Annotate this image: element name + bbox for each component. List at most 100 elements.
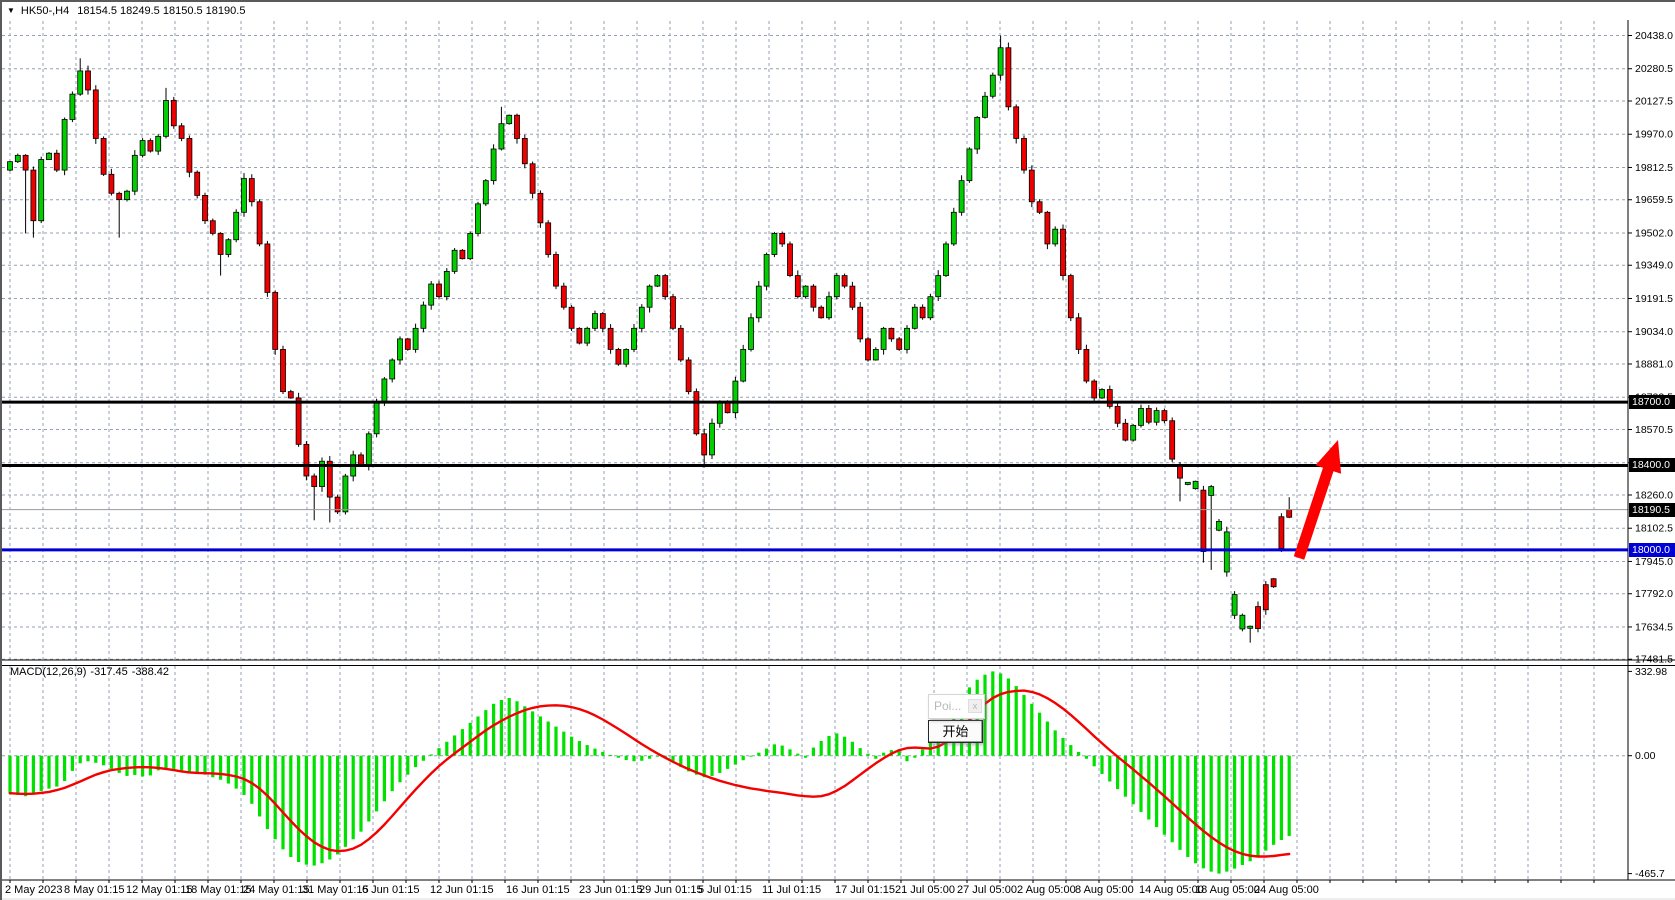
macd-histogram-bar bbox=[843, 737, 846, 756]
candle-body bbox=[1256, 607, 1261, 629]
candle-body bbox=[125, 191, 130, 199]
candle-body bbox=[686, 360, 691, 392]
macd-histogram-bar bbox=[820, 741, 823, 756]
macd-histogram-bar bbox=[149, 756, 152, 776]
candle-body bbox=[70, 94, 75, 119]
macd-histogram-bar bbox=[859, 748, 862, 756]
candle-body bbox=[1193, 481, 1198, 488]
popup-titlebar[interactable]: Poi... x bbox=[928, 694, 985, 719]
candle-body bbox=[936, 276, 941, 297]
candle-body bbox=[491, 149, 496, 181]
macd-histogram-bar bbox=[1256, 756, 1259, 857]
candle-body bbox=[647, 286, 652, 307]
candle-body bbox=[1248, 626, 1253, 628]
macd-histogram-bar bbox=[734, 756, 737, 765]
macd-histogram-bar bbox=[118, 756, 121, 773]
macd-histogram-bar bbox=[274, 756, 277, 840]
candle-body bbox=[561, 286, 566, 307]
candle-body bbox=[62, 119, 67, 170]
candle-body bbox=[460, 250, 465, 258]
candle-body bbox=[429, 284, 434, 305]
candle-body bbox=[1076, 318, 1081, 350]
candle-body bbox=[304, 444, 309, 476]
time-tick-label: 8 Aug 05:00 bbox=[1075, 884, 1134, 896]
macd-histogram-bar bbox=[1139, 756, 1142, 812]
macd-histogram-bar bbox=[391, 756, 394, 791]
candle-body bbox=[632, 328, 637, 349]
macd-histogram-bar bbox=[125, 756, 128, 776]
popup-close-icon[interactable]: x bbox=[968, 699, 982, 713]
macd-histogram-bar bbox=[640, 756, 643, 761]
candle-body bbox=[780, 233, 785, 244]
macd-name: MACD(12,26,9) bbox=[10, 666, 86, 678]
candle-body bbox=[359, 455, 364, 466]
macd-histogram-bar bbox=[1108, 756, 1111, 782]
candle-body bbox=[616, 349, 621, 364]
candle-body bbox=[881, 328, 886, 349]
hline-price-box-18400[interactable]: 18400.0 bbox=[1629, 458, 1675, 472]
macd-histogram-bar bbox=[508, 698, 511, 756]
candle-body bbox=[273, 292, 278, 349]
price-tick-label: 17792.0 bbox=[1635, 588, 1673, 600]
candle-body bbox=[1170, 421, 1175, 459]
macd-histogram-bar bbox=[742, 756, 745, 761]
macd-histogram-bar bbox=[102, 756, 105, 766]
candle-body bbox=[382, 379, 387, 402]
macd-histogram-bar bbox=[718, 756, 721, 773]
macd-histogram-bar bbox=[827, 736, 830, 756]
hline-price-box-18700[interactable]: 18700.0 bbox=[1629, 395, 1675, 409]
time-tick-label: 27 Jul 05:00 bbox=[957, 884, 1017, 896]
symbol-dropdown-icon[interactable]: ▼ bbox=[7, 6, 15, 15]
candle-body bbox=[983, 96, 988, 117]
candle-body bbox=[975, 117, 980, 149]
price-tick-label: 19034.0 bbox=[1635, 326, 1673, 338]
time-tick-label: 16 Jun 01:15 bbox=[506, 884, 570, 896]
candle-body bbox=[413, 328, 418, 349]
macd-histogram-bar bbox=[562, 732, 565, 756]
trend-arrow[interactable] bbox=[1294, 440, 1341, 560]
macd-histogram-bar bbox=[336, 756, 339, 855]
candle-body bbox=[1162, 411, 1167, 421]
macd-histogram-bar bbox=[40, 756, 43, 791]
candle-body bbox=[577, 328, 582, 343]
candle-body bbox=[366, 434, 371, 466]
candle-body bbox=[1037, 202, 1042, 213]
time-tick-label: 29 Jun 01:15 bbox=[639, 884, 703, 896]
hline-price-box-18000[interactable]: 18000.0 bbox=[1629, 543, 1675, 557]
macd-indicator-label: MACD(12,26,9)-317.45-388.42 bbox=[10, 666, 173, 678]
candle-body bbox=[530, 164, 535, 194]
candle-body bbox=[912, 307, 917, 328]
macd-histogram-bar bbox=[1022, 695, 1025, 756]
macd-histogram-bar bbox=[1288, 756, 1291, 836]
chart-canvas: 20438.020280.520127.519970.019812.519659… bbox=[2, 2, 1675, 900]
candle-body bbox=[1115, 406, 1120, 423]
price-tick-label: 18881.0 bbox=[1635, 358, 1673, 370]
macd-histogram-bar bbox=[1225, 756, 1228, 872]
macd-histogram-bar bbox=[258, 756, 261, 817]
macd-histogram-bar bbox=[882, 753, 885, 756]
candle-body bbox=[522, 138, 527, 163]
symbol-period-label: HK50-,H4 bbox=[21, 5, 69, 17]
candle-body bbox=[702, 434, 707, 455]
candle-body bbox=[585, 328, 590, 343]
candle-body bbox=[1123, 423, 1128, 440]
macd-histogram-bar bbox=[55, 756, 58, 787]
macd-histogram-bar bbox=[266, 756, 269, 829]
macd-tick-label: -465.7 bbox=[1635, 868, 1665, 880]
candle-body bbox=[749, 318, 754, 350]
time-tick-label: 2 Aug 05:00 bbox=[1017, 884, 1076, 896]
candle-body bbox=[421, 305, 426, 328]
candle-body bbox=[257, 202, 262, 244]
price-tick-label: 17945.0 bbox=[1635, 556, 1673, 568]
candle-body bbox=[1178, 465, 1183, 478]
macd-histogram-bar bbox=[1241, 756, 1244, 865]
time-tick-label: 11 Jul 01:15 bbox=[762, 884, 821, 896]
macd-histogram-bar bbox=[999, 673, 1002, 755]
start-button[interactable]: 开始 bbox=[928, 720, 983, 743]
price-tick-label: 19502.0 bbox=[1635, 227, 1673, 239]
candle-body bbox=[554, 254, 559, 286]
macd-histogram-bar bbox=[203, 756, 206, 775]
candle-body bbox=[132, 155, 137, 191]
macd-histogram-bar bbox=[1194, 756, 1197, 864]
candle-body bbox=[858, 307, 863, 339]
